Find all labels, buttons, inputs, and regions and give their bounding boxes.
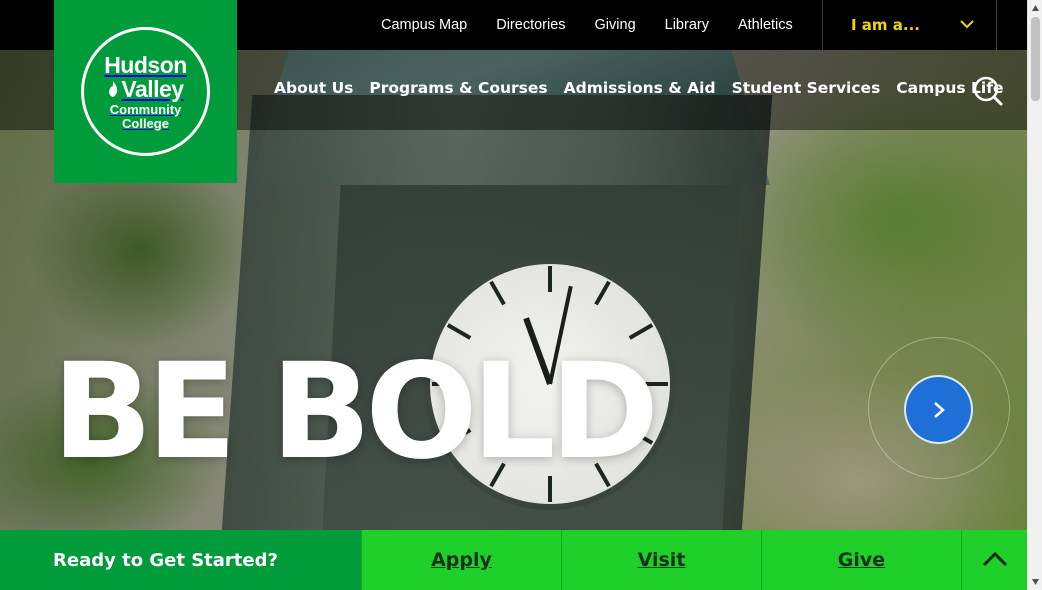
audience-dropdown-label: I am a... — [851, 16, 920, 34]
chevron-down-icon — [960, 20, 974, 29]
chevron-right-icon — [933, 401, 945, 418]
utility-nav: Campus Map Directories Giving Library At… — [381, 0, 822, 50]
page-scrollbar[interactable] — [1027, 0, 1042, 590]
logo-text-hudson: Hudson — [104, 51, 187, 78]
logo-text-community: Community — [109, 101, 182, 117]
back-to-top-button[interactable] — [961, 530, 1027, 590]
cta-bar: Ready to Get Started? Apply Visit Give — [0, 530, 1027, 590]
nav-student-services[interactable]: Student Services — [732, 79, 881, 97]
chevron-up-icon — [982, 551, 1007, 567]
scrollbar-thumb[interactable] — [1031, 17, 1040, 101]
college-logo[interactable]: Hudson Valley Community College — [54, 0, 237, 183]
utility-link-giving[interactable]: Giving — [595, 17, 636, 33]
logo-text-valley: Valley — [121, 75, 184, 102]
utility-link-directories[interactable]: Directories — [496, 17, 565, 33]
audience-dropdown[interactable]: I am a... — [822, 0, 997, 50]
main-nav: About Us Programs & Courses Admissions &… — [274, 50, 1019, 126]
nav-about-us[interactable]: About Us — [274, 79, 353, 97]
hero-headline: BE BOLD — [52, 335, 659, 489]
utility-link-library[interactable]: Library — [665, 17, 709, 33]
carousel-next-button[interactable] — [904, 375, 973, 444]
nav-programs-courses[interactable]: Programs & Courses — [369, 79, 547, 97]
logo-seal: Hudson Valley Community College — [81, 27, 210, 156]
utility-link-athletics[interactable]: Athletics — [738, 17, 793, 33]
search-icon — [973, 76, 1003, 106]
scroll-down-arrow-icon[interactable] — [1031, 577, 1040, 586]
search-button[interactable] — [968, 72, 1008, 112]
apply-button[interactable]: Apply — [361, 530, 561, 590]
scroll-up-arrow-icon[interactable] — [1031, 4, 1040, 13]
give-button[interactable]: Give — [761, 530, 961, 590]
flame-icon — [109, 80, 118, 97]
logo-text-college: College — [122, 115, 169, 131]
cta-label: Ready to Get Started? — [0, 530, 361, 590]
visit-button[interactable]: Visit — [561, 530, 761, 590]
utility-link-campus-map[interactable]: Campus Map — [381, 17, 467, 33]
logo-valley-row: Valley — [107, 75, 184, 102]
nav-admissions-aid[interactable]: Admissions & Aid — [564, 79, 716, 97]
